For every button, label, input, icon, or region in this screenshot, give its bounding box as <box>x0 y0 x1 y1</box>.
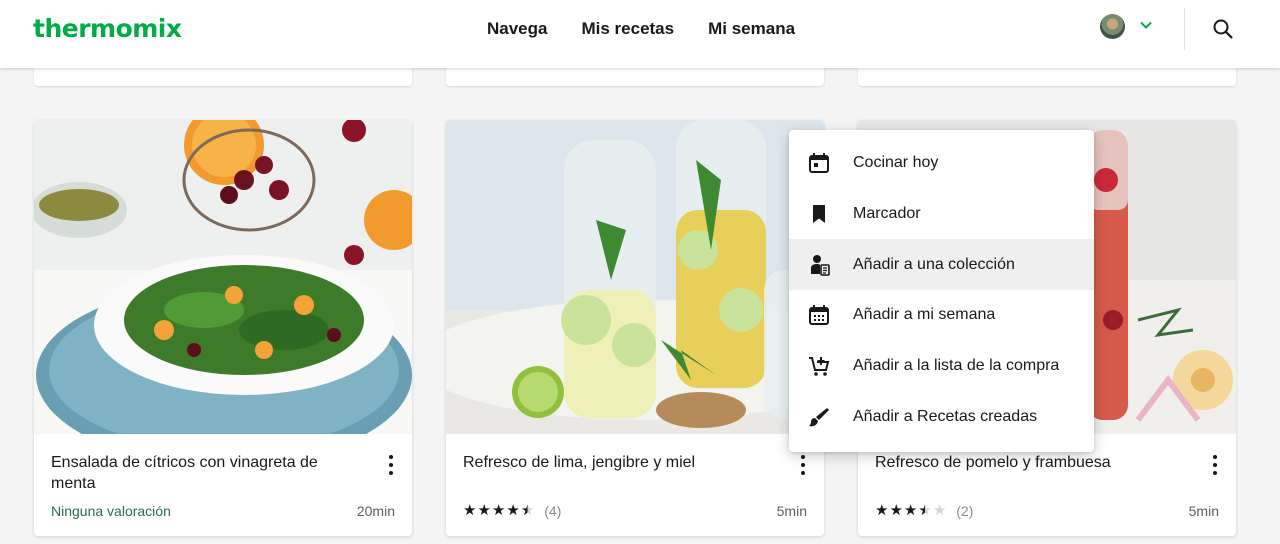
menu-item-add-to-week[interactable]: Añadir a mi semana <box>789 290 1094 341</box>
recipe-time: 20min <box>356 503 395 519</box>
recipe-title[interactable]: Ensalada de cítricos con vinagreta de me… <box>51 452 351 494</box>
more-options-button[interactable] <box>799 455 807 475</box>
rating-count: (4) <box>544 503 562 519</box>
add-to-collection-icon <box>811 254 830 276</box>
recipe-context-menu: Cocinar hoy Marcador Añadir a una colecc… <box>789 130 1094 452</box>
star-rating: ★ ★ ★ ★ ★ (2) <box>875 502 974 520</box>
rating-count: (2) <box>956 503 974 519</box>
user-avatar[interactable] <box>1100 14 1125 39</box>
menu-item-add-to-created-recipes[interactable]: Añadir a Recetas creadas <box>789 391 1094 442</box>
thermomix-logo[interactable]: thermomix <box>33 14 182 43</box>
recipe-image[interactable] <box>446 120 824 434</box>
menu-item-add-to-shopping-list[interactable]: Añadir a la lista de la compra <box>789 341 1094 392</box>
search-icon[interactable] <box>1212 18 1234 40</box>
nav-mis-recetas[interactable]: Mis recetas <box>581 19 674 39</box>
header-divider <box>1184 8 1185 50</box>
recipe-card[interactable]: Refresco de lima, jengibre y miel ★ ★ ★ ★ ★(… <box>446 120 824 536</box>
add-to-cart-icon <box>809 357 830 376</box>
recipe-time: 5min <box>1188 503 1219 519</box>
recipe-time: 5min <box>776 503 807 519</box>
menu-item-add-to-collection[interactable]: Añadir a una colección <box>789 239 1094 291</box>
star-icon: ★ <box>463 502 477 519</box>
main-nav: Navega Mis recetas Mi semana <box>487 19 795 39</box>
calendar-week-icon <box>809 305 829 326</box>
star-icon: ★ <box>903 502 918 519</box>
star-icon: ★ <box>506 502 520 519</box>
star-icon: ★ <box>889 502 903 519</box>
recipe-card[interactable]: Ensalada de cítricos con vinagreta de me… <box>34 120 412 536</box>
brush-icon <box>809 407 829 427</box>
star-icon: ★ <box>477 502 491 519</box>
menu-item-marcador[interactable]: Marcador <box>789 189 1094 240</box>
bookmark-icon <box>813 205 825 224</box>
star-icon: ★ <box>918 502 932 519</box>
star-icon: ★ <box>875 502 889 519</box>
top-header: thermomix Navega Mis recetas Mi semana <box>0 0 1280 68</box>
chevron-down-icon[interactable] <box>1138 17 1154 33</box>
more-options-button[interactable] <box>1211 455 1219 475</box>
star-icon: ★ <box>491 502 506 519</box>
more-options-button[interactable] <box>387 455 395 475</box>
menu-item-cocinar-hoy[interactable]: Cocinar hoy <box>789 138 1094 189</box>
recipe-image[interactable] <box>34 120 412 434</box>
recipe-title[interactable]: Refresco de lima, jengibre y miel <box>463 452 763 473</box>
calendar-today-icon <box>809 153 829 174</box>
star-icon: ★ <box>932 502 947 519</box>
star-rating: ★ ★ ★ ★ ★ (4) <box>463 502 562 520</box>
nav-navega[interactable]: Navega <box>487 19 547 39</box>
recipe-title[interactable]: Refresco de pomelo y frambuesa <box>875 452 1175 473</box>
nav-mi-semana[interactable]: Mi semana <box>708 19 795 39</box>
rating-label: Ninguna valoración <box>51 503 171 519</box>
star-icon: ★ <box>520 502 535 519</box>
